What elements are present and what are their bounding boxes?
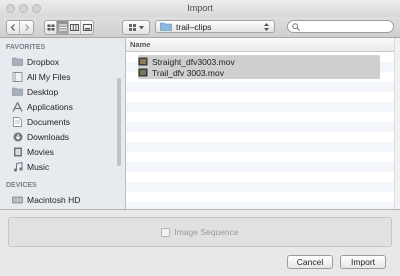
coverflow-icon [82, 24, 92, 31]
cancel-button[interactable]: Cancel [287, 255, 333, 269]
bottom-panel: Image Sequence Cancel Import [0, 210, 400, 276]
forward-button[interactable] [20, 21, 33, 34]
sidebar-item-all-my-files[interactable]: All My Files [12, 70, 70, 83]
sidebar-item-macintosh-hd[interactable]: Macintosh HD [12, 193, 80, 206]
back-button[interactable] [7, 21, 20, 34]
sidebar-item-label: Documents [27, 116, 70, 127]
row-stripe [126, 122, 394, 132]
sidebar-item-documents[interactable]: Documents [12, 115, 70, 128]
grid-icon [47, 24, 54, 31]
import-dialog: Import trail–clips FAVORITES Dropbox All… [0, 0, 400, 276]
row-stripe [126, 132, 394, 142]
image-sequence-checkbox[interactable] [161, 227, 171, 237]
sidebar-item-label: Macintosh HD [27, 194, 81, 205]
row-stripe [126, 82, 394, 92]
row-stripe [126, 142, 394, 152]
row-stripe [126, 152, 394, 162]
icon-view-button[interactable] [45, 21, 57, 34]
chevron-right-icon [24, 24, 29, 31]
updown-chevrons-icon [264, 23, 269, 31]
sidebar-item-label: Music [27, 161, 50, 172]
row-stripe [126, 92, 394, 102]
import-button[interactable]: Import [340, 255, 386, 269]
arrange-button[interactable] [123, 21, 149, 34]
window-title: Import [187, 3, 213, 13]
row-stripe [126, 102, 394, 112]
row-stripe [126, 202, 394, 209]
documents-icon [12, 116, 23, 127]
sidebar-item-label: Movies [27, 146, 54, 157]
movies-icon [12, 147, 23, 157]
row-stripe [126, 192, 394, 202]
sidebar-item-label: Dropbox [27, 56, 60, 67]
back-forward-control [6, 20, 34, 35]
sidebar-item-label: All My Files [27, 71, 71, 82]
search-input[interactable] [302, 21, 390, 32]
row-stripe [126, 182, 394, 192]
file-name: Straight_dfv3003.mov [152, 56, 235, 67]
file-list: Name Straight_dfv3003.mov Trail_dfv 3003… [126, 38, 394, 209]
downloads-icon [12, 132, 23, 142]
chevron-left-icon [10, 24, 15, 31]
toolbar: trail–clips [0, 17, 400, 38]
columns-icon [70, 24, 79, 31]
sidebar: FAVORITES Dropbox All My Files Desktop A… [0, 38, 126, 209]
desktop-icon [12, 87, 23, 97]
search-field[interactable] [287, 20, 394, 33]
coverflow-view-button[interactable] [81, 21, 93, 34]
path-folder-label: trail–clips [176, 21, 212, 32]
sidebar-item-downloads[interactable]: Downloads [12, 130, 69, 143]
column-header-name[interactable]: Name [126, 38, 394, 52]
view-mode-control [44, 20, 94, 35]
movie-file-icon [138, 57, 148, 66]
sidebar-item-music[interactable]: Music [12, 160, 49, 173]
column-header-label: Name [130, 40, 151, 49]
list-view-button[interactable] [57, 21, 69, 34]
file-list-scrollbar[interactable] [394, 38, 400, 209]
applications-icon [12, 101, 23, 112]
favorites-header: FAVORITES [6, 44, 46, 51]
sidebar-item-dropbox[interactable]: Dropbox [12, 55, 59, 68]
sidebar-item-applications[interactable]: Applications [12, 100, 73, 113]
devices-header: DEVICES [6, 182, 37, 189]
path-popup[interactable]: trail–clips [155, 20, 275, 33]
dropbox-icon [12, 57, 23, 67]
folder-icon [160, 22, 172, 31]
row-stripe [126, 112, 394, 122]
file-name: Trail_dfv 3003.mov [152, 67, 224, 78]
arrange-control[interactable] [122, 20, 150, 35]
chevron-down-icon [138, 25, 144, 29]
sidebar-item-label: Applications [27, 101, 73, 112]
hard-drive-icon [12, 195, 23, 205]
image-sequence-label: Image Sequence [174, 227, 239, 237]
options-panel: Image Sequence [8, 217, 392, 247]
row-stripe [126, 162, 394, 172]
column-view-button[interactable] [69, 21, 81, 34]
sidebar-scrollbar[interactable] [117, 78, 121, 166]
arrange-grid-icon [128, 24, 136, 31]
row-stripe [126, 172, 394, 182]
file-row[interactable]: Straight_dfv3003.mov [138, 56, 378, 67]
all-files-icon [12, 71, 23, 82]
movie-file-icon [138, 68, 148, 77]
sidebar-item-movies[interactable]: Movies [12, 145, 54, 158]
file-row[interactable]: Trail_dfv 3003.mov [138, 67, 378, 78]
music-icon [12, 161, 23, 172]
title-bar: Import [0, 0, 400, 18]
sidebar-item-desktop[interactable]: Desktop [12, 85, 58, 98]
search-icon [292, 23, 300, 31]
sidebar-item-label: Downloads [27, 131, 70, 142]
sidebar-item-label: Desktop [27, 86, 59, 97]
list-icon [58, 24, 67, 31]
